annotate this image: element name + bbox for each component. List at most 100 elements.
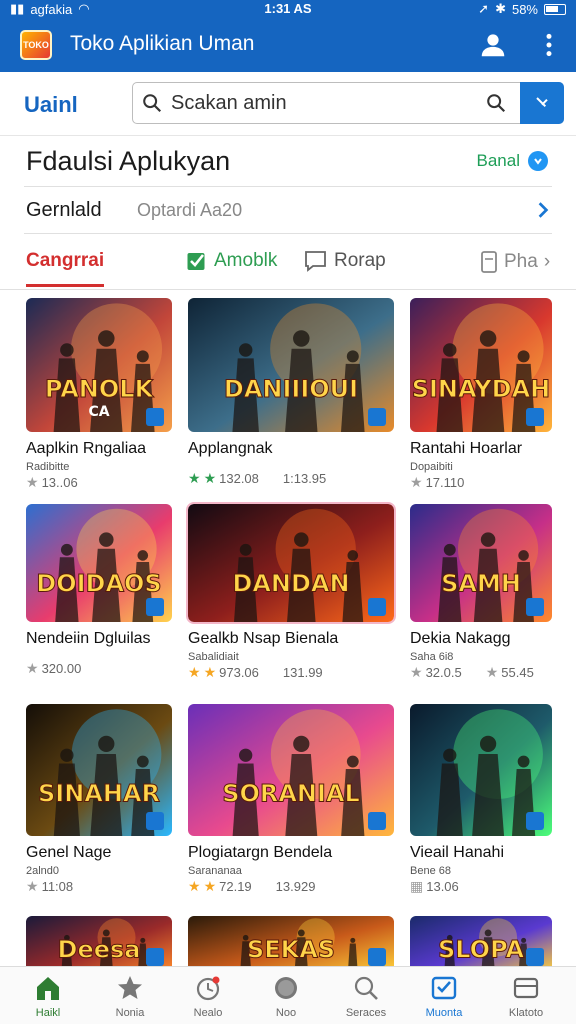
app-card[interactable]: SEKAS xyxy=(188,916,394,966)
star-icon: ★ xyxy=(188,470,201,486)
app-rating: ★ 13..06 xyxy=(26,474,78,491)
bottom-navigation: Haikl Nonia Nealo Noo Seraces Muonta Klatoto xyxy=(0,966,576,1024)
account-icon[interactable] xyxy=(478,30,508,60)
bluetooth-icon: ✱ xyxy=(495,1,506,16)
game-artwork: SAMH xyxy=(410,504,552,622)
tab-category-4[interactable]: Pha › xyxy=(480,250,550,274)
app-badge-icon xyxy=(526,948,544,966)
app-card[interactable]: DOIDAOS Nendeiin Dgluilas ★ 320.00 xyxy=(26,504,172,702)
rating-value: 132.08 xyxy=(219,471,259,486)
app-rating: ★ 32.0.5 ★ 55.45 xyxy=(410,664,534,681)
app-card[interactable]: SINAHAR Genel Nage 2alnd0 ★ 11:08 xyxy=(26,704,172,916)
app-thumbnail[interactable]: SINAYDAH xyxy=(410,298,552,432)
app-badge-icon xyxy=(368,812,386,830)
nav-item-haikl[interactable]: Haikl xyxy=(8,973,88,1019)
rating-value: 13..06 xyxy=(41,475,78,490)
app-title: Rantahi Hoarlar xyxy=(410,440,523,457)
nav-item-nonia[interactable]: Nonia xyxy=(90,973,170,1019)
app-rating: ★ 17.110 xyxy=(410,474,464,491)
app-rating: ★ ★ 132.08 1:13.95 xyxy=(188,470,326,487)
search-box[interactable] xyxy=(132,82,564,124)
app-developer: 2alnd0 xyxy=(26,865,60,877)
download-count: 55.45 xyxy=(501,665,534,680)
search-submit-icon[interactable] xyxy=(485,92,507,114)
app-thumbnail[interactable]: SEKAS xyxy=(188,916,394,966)
star-icon: ★ xyxy=(26,474,39,490)
nav-item-noo[interactable]: Noo xyxy=(246,973,326,1019)
app-thumbnail[interactable]: PANOLK CA xyxy=(26,298,172,432)
section-title: Fdaulsi Aplukyan xyxy=(26,146,231,176)
app-card[interactable]: Deesa xyxy=(26,916,172,966)
app-card[interactable]: SORANIAL Plogiatargn Bendela Sarananaa ★ ★ 72… xyxy=(188,704,394,916)
tab-category-3[interactable]: Rorap xyxy=(304,250,386,272)
tab-category-2[interactable]: Amoblk xyxy=(186,250,277,272)
artwork-title: DOIDAOS xyxy=(36,569,161,597)
app-title: Aaplkin Rngaliaa xyxy=(26,440,147,457)
app-thumbnail[interactable]: DANIIIOUI xyxy=(188,298,394,432)
app-badge-icon xyxy=(146,408,164,426)
nav-item-klatoto[interactable]: Klatoto xyxy=(486,973,566,1019)
chat-icon xyxy=(305,251,326,272)
app-thumbnail[interactable]: SLOPA xyxy=(410,916,552,966)
app-developer: Sabalidiait xyxy=(188,651,239,663)
nav-item-muonta[interactable]: Muonta xyxy=(404,973,484,1019)
app-thumbnail[interactable]: Deesa xyxy=(26,916,172,966)
app-card[interactable]: SAMH Dekia Nakagg Saha 6i8 ★ 32.0.5 ★ 55.45 xyxy=(410,504,552,702)
search-go-button[interactable] xyxy=(520,82,564,124)
arrow-icon xyxy=(536,97,548,108)
app-developer: Radibitte xyxy=(26,461,70,473)
app-card[interactable]: SLOPA xyxy=(410,916,552,966)
artwork-subtitle: CA xyxy=(88,404,109,420)
search-input[interactable] xyxy=(171,89,471,117)
nav-label: Klatoto xyxy=(508,1007,544,1019)
tab-category-1[interactable]: Cangrrai xyxy=(26,250,105,287)
app-card[interactable]: SINAYDAH Rantahi Hoarlar Dopaibiti ★ 17.110 xyxy=(410,298,552,512)
tab-label: Amoblk xyxy=(214,250,278,271)
app-title: Genel Nage xyxy=(26,844,112,861)
search-row: Uainl xyxy=(0,72,576,136)
app-thumbnail[interactable]: SORANIAL xyxy=(188,704,394,836)
app-developer: Dopaibiti xyxy=(410,461,453,473)
app-card[interactable]: DANDAN Gealkb Nsap Bienala Sabalidiait ★ ★ 97… xyxy=(186,502,396,702)
app-thumbnail[interactable]: DOIDAOS xyxy=(26,504,172,622)
section-action-button[interactable]: Banal xyxy=(477,151,548,171)
app-card[interactable]: Vieail Hanahi Bene 68 ▦ 13.06 xyxy=(410,704,552,916)
nav-label: Haikl xyxy=(35,1007,61,1019)
app-badge-icon xyxy=(146,598,164,616)
artwork-title: SINAHAR xyxy=(38,780,160,808)
app-rating: ★ ★ 72.19 13.929 xyxy=(188,878,315,895)
app-thumbnail[interactable] xyxy=(410,704,552,836)
game-artwork: Deesa xyxy=(26,916,172,966)
app-badge-icon xyxy=(526,812,544,830)
chevron-right-icon: › xyxy=(543,251,551,272)
home-icon xyxy=(37,977,59,1000)
circle-icon xyxy=(275,977,297,999)
app-thumbnail[interactable]: SINAHAR xyxy=(26,704,172,836)
artwork-title: SINAYDAH xyxy=(412,375,551,403)
app-developer: Saha 6i8 xyxy=(410,651,454,663)
filter-row[interactable]: Gernlald Optardi Aa20 xyxy=(24,186,552,234)
game-artwork: SORANIAL xyxy=(188,704,394,836)
app-rating: ▦ 13.06 xyxy=(410,878,459,895)
clock-icon xyxy=(196,976,220,1001)
nav-item-seraces[interactable]: Seraces xyxy=(326,973,406,1019)
app-rating: ★ ★ 973.06 131.99 xyxy=(188,664,323,681)
app-title: Dekia Nakagg xyxy=(410,630,511,647)
nav-item-nealo[interactable]: Nealo xyxy=(168,973,248,1019)
tab-label: Cangrrai xyxy=(26,250,105,271)
status-bar: ▮▮ agfakia ◠ 1:31 AS ➚ ✱ 58% xyxy=(0,0,576,18)
tab-label: Rorap xyxy=(334,250,386,271)
app-thumbnail[interactable]: SAMH xyxy=(410,504,552,622)
app-card[interactable]: DANIIIOUI Applangnak ★ ★ 132.08 1:13.95 xyxy=(188,298,394,512)
nav-label: Muonta xyxy=(425,1007,463,1019)
artwork-title: PANOLK xyxy=(45,375,155,403)
app-card[interactable]: PANOLK CA Aaplkin Rngaliaa Radibitte ★ 13..06 xyxy=(26,298,172,512)
app-title: Toko Aplikian Uman xyxy=(70,32,255,55)
app-grid: PANOLK CA Aaplkin Rngaliaa Radibitte ★ 13..06… xyxy=(0,290,576,966)
artwork-title: Deesa xyxy=(58,935,141,963)
app-thumbnail[interactable]: DANDAN xyxy=(186,502,396,624)
star-icon: ★ xyxy=(203,664,217,680)
app-badge-icon xyxy=(368,598,386,616)
star-icon: ★ xyxy=(188,878,201,894)
more-options-icon[interactable] xyxy=(542,32,556,58)
